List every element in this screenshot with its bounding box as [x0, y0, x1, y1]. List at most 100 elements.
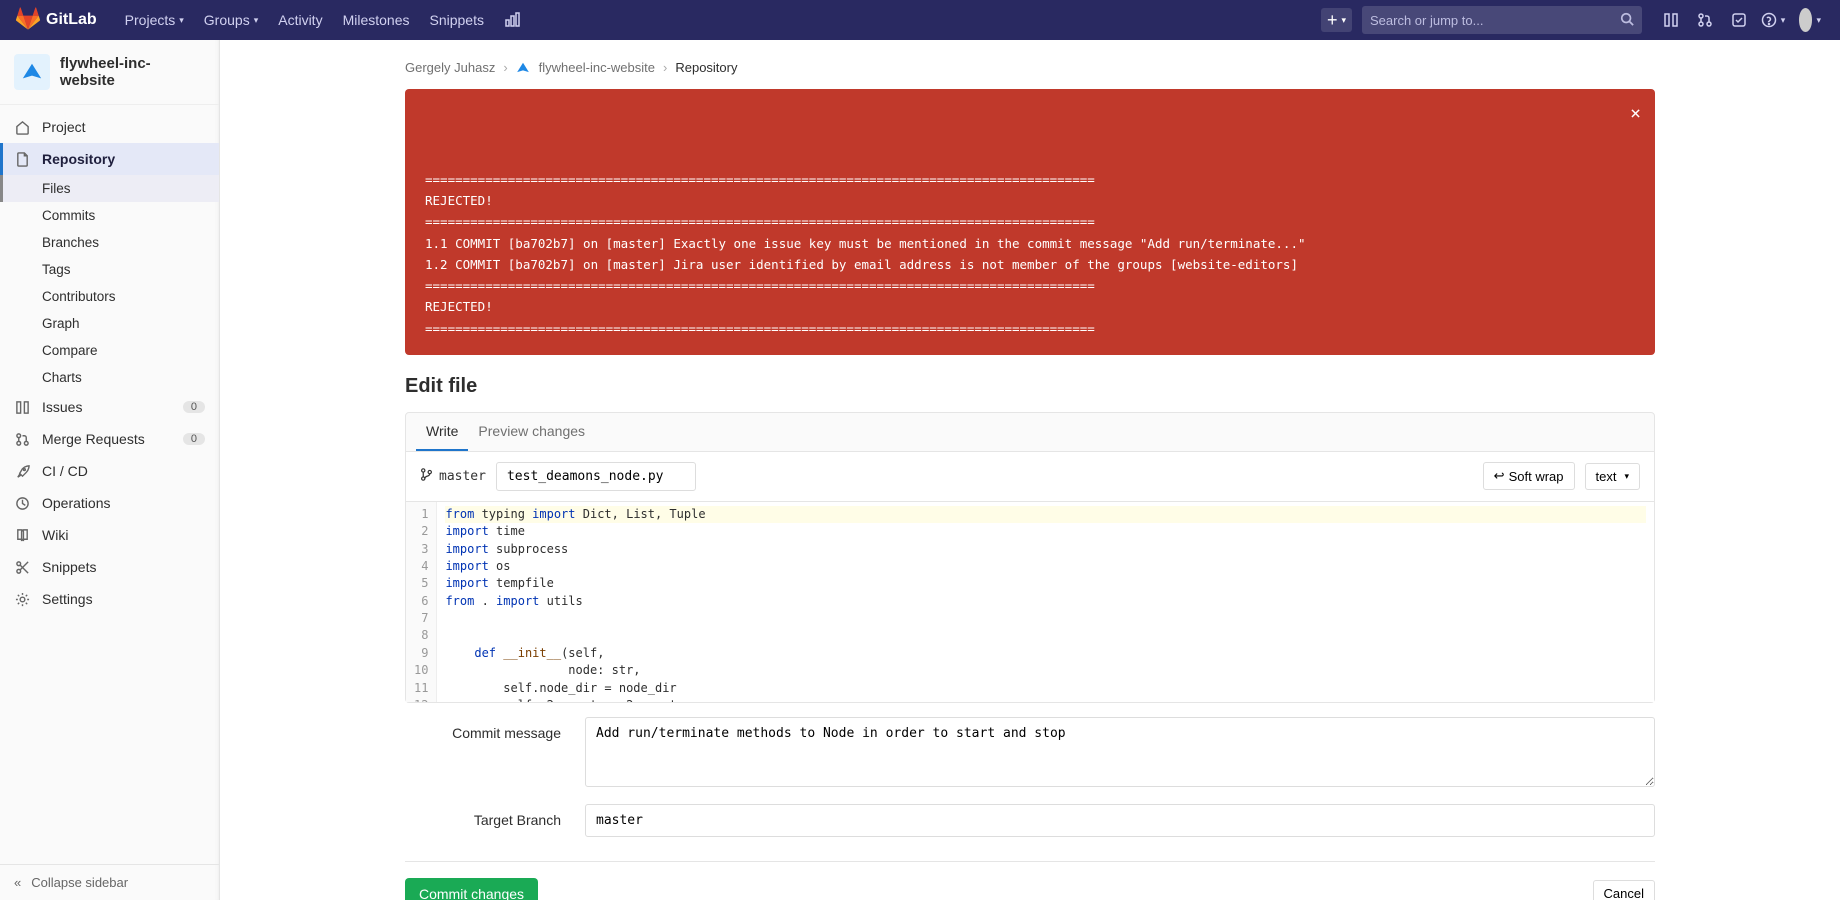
issues-shortcut-icon[interactable] — [1657, 6, 1685, 34]
book-icon — [14, 527, 30, 543]
sidebar-sub-tags[interactable]: Tags — [0, 256, 219, 283]
nav-groups[interactable]: Groups▾ — [194, 0, 268, 40]
main-content: Gergely Juhasz › flywheel-inc-website › … — [220, 40, 1840, 900]
sidebar-sub-compare[interactable]: Compare — [0, 337, 219, 364]
sidebar-sub-graph[interactable]: Graph — [0, 310, 219, 337]
sidebar-item-issues[interactable]: Issues0 — [0, 391, 219, 423]
chevron-down-icon: ▾ — [254, 15, 259, 26]
issues-icon — [14, 399, 30, 415]
sidebar-item-settings[interactable]: Settings — [0, 583, 219, 615]
tab-preview[interactable]: Preview changes — [468, 413, 595, 451]
plus-icon: + — [1327, 11, 1338, 29]
project-avatar-icon — [14, 54, 50, 90]
alert-line: ========================================… — [425, 211, 1615, 232]
gitlab-logo-icon[interactable] — [16, 7, 46, 34]
alert-line: ========================================… — [425, 318, 1615, 339]
collapse-sidebar-button[interactable]: « Collapse sidebar — [0, 864, 219, 900]
soft-wrap-button[interactable]: ↩ Soft wrap — [1483, 462, 1575, 490]
code-line[interactable]: import os — [445, 559, 510, 573]
nav-milestones[interactable]: Milestones — [333, 0, 420, 40]
sidebar-item-snippets[interactable]: Snippets — [0, 551, 219, 583]
ops-icon — [14, 495, 30, 511]
sidebar-item-merge-requests[interactable]: Merge Requests0 — [0, 423, 219, 455]
close-icon[interactable]: × — [1630, 99, 1641, 130]
code-line[interactable]: def __init__(self, — [445, 646, 604, 660]
editor-panel: Write Preview changes master ↩ Soft wrap — [405, 412, 1655, 703]
sidebar-sub-contributors[interactable]: Contributors — [0, 283, 219, 310]
help-icon[interactable]: ▾ — [1759, 6, 1787, 34]
search-icon — [1620, 12, 1634, 29]
code-editor[interactable]: 1234567891011121314151617 from typing im… — [406, 502, 1654, 702]
top-nav: GitLab Projects▾ Groups▾ Activity Milest… — [0, 0, 1840, 40]
filename-input[interactable] — [496, 462, 696, 491]
error-alert: × ======================================… — [405, 89, 1655, 355]
alert-line: ========================================… — [425, 169, 1615, 190]
chevron-down-icon: ▾ — [1816, 15, 1821, 26]
home-icon — [14, 119, 30, 135]
sidebar-item-wiki[interactable]: Wiki — [0, 519, 219, 551]
sidebar-item-ci-cd[interactable]: CI / CD — [0, 455, 219, 487]
commit-message-input[interactable] — [585, 717, 1655, 787]
branch-name: master — [439, 469, 486, 484]
commit-changes-button[interactable]: Commit changes — [405, 878, 538, 900]
alert-line: REJECTED! — [425, 296, 1615, 317]
nav-analytics-icon[interactable] — [494, 0, 530, 40]
target-branch-label: Target Branch — [405, 804, 585, 828]
editor-toolbar: master ↩ Soft wrap text ▾ — [406, 452, 1654, 502]
badge: 0 — [183, 433, 205, 445]
project-avatar-icon — [516, 60, 531, 75]
sidebar-sub-files[interactable]: Files — [0, 175, 219, 202]
avatar — [1799, 8, 1812, 32]
alert-line: REJECTED! — [425, 190, 1615, 211]
project-header[interactable]: flywheel-inc-website — [0, 40, 219, 105]
form-footer: Commit changes Cancel — [405, 861, 1655, 900]
branch-icon — [420, 468, 433, 485]
cancel-button[interactable]: Cancel — [1593, 880, 1655, 900]
user-menu[interactable]: ▾ — [1793, 6, 1821, 34]
sidebar-sub-branches[interactable]: Branches — [0, 229, 219, 256]
code-line[interactable]: import tempfile — [445, 576, 553, 590]
tab-write[interactable]: Write — [416, 413, 468, 451]
chevron-down-icon: ▾ — [179, 15, 184, 26]
code-line[interactable]: from typing import Dict, List, Tuple — [445, 506, 1646, 523]
alert-line: 1.2 COMMIT [ba702b7] on [master] Jira us… — [425, 254, 1615, 275]
mr-shortcut-icon[interactable] — [1691, 6, 1719, 34]
rocket-icon — [14, 463, 30, 479]
nav-snippets[interactable]: Snippets — [420, 0, 494, 40]
wrap-icon: ↩ — [1494, 468, 1505, 484]
page-title: Edit file — [405, 375, 1655, 398]
search-input[interactable] — [1370, 13, 1620, 28]
sidebar-item-repository[interactable]: Repository — [0, 143, 219, 175]
code-line[interactable]: import subprocess — [445, 542, 568, 556]
sidebar-sub-charts[interactable]: Charts — [0, 364, 219, 391]
todos-icon[interactable] — [1725, 6, 1753, 34]
mr-icon — [14, 431, 30, 447]
breadcrumb-user[interactable]: Gergely Juhasz — [405, 60, 495, 75]
breadcrumb-project[interactable]: flywheel-inc-website — [539, 60, 655, 75]
chevron-down-icon: ▾ — [1341, 16, 1346, 25]
alert-line: 1.1 COMMIT [ba702b7] on [master] Exactly… — [425, 233, 1615, 254]
new-menu-button[interactable]: +▾ — [1321, 8, 1352, 32]
target-branch-input[interactable] — [585, 804, 1655, 837]
code-line[interactable]: self.node_dir = node_dir — [445, 681, 676, 695]
code-line[interactable]: import time — [445, 524, 524, 538]
sidebar-item-operations[interactable]: Operations — [0, 487, 219, 519]
gear-icon — [14, 591, 30, 607]
nav-projects[interactable]: Projects▾ — [115, 0, 194, 40]
chevron-left-icon: « — [14, 875, 21, 890]
global-search[interactable] — [1362, 6, 1642, 34]
code-line[interactable]: node: str, — [445, 663, 640, 677]
badge: 0 — [183, 401, 205, 413]
code-line[interactable]: from . import utils — [445, 594, 582, 608]
nav-activity[interactable]: Activity — [268, 0, 332, 40]
chevron-down-icon: ▾ — [1624, 471, 1629, 482]
editor-tabs: Write Preview changes — [406, 413, 1654, 452]
sidebar-sub-commits[interactable]: Commits — [0, 202, 219, 229]
syntax-select[interactable]: text ▾ — [1585, 463, 1641, 490]
brand-label[interactable]: GitLab — [46, 11, 97, 29]
sidebar-item-project[interactable]: Project — [0, 111, 219, 143]
code-line[interactable]: self.p2p_port = p2p_port — [445, 698, 676, 702]
collapse-label: Collapse sidebar — [31, 875, 128, 890]
chevron-down-icon: ▾ — [1781, 15, 1786, 26]
breadcrumb-page[interactable]: Repository — [675, 60, 737, 75]
